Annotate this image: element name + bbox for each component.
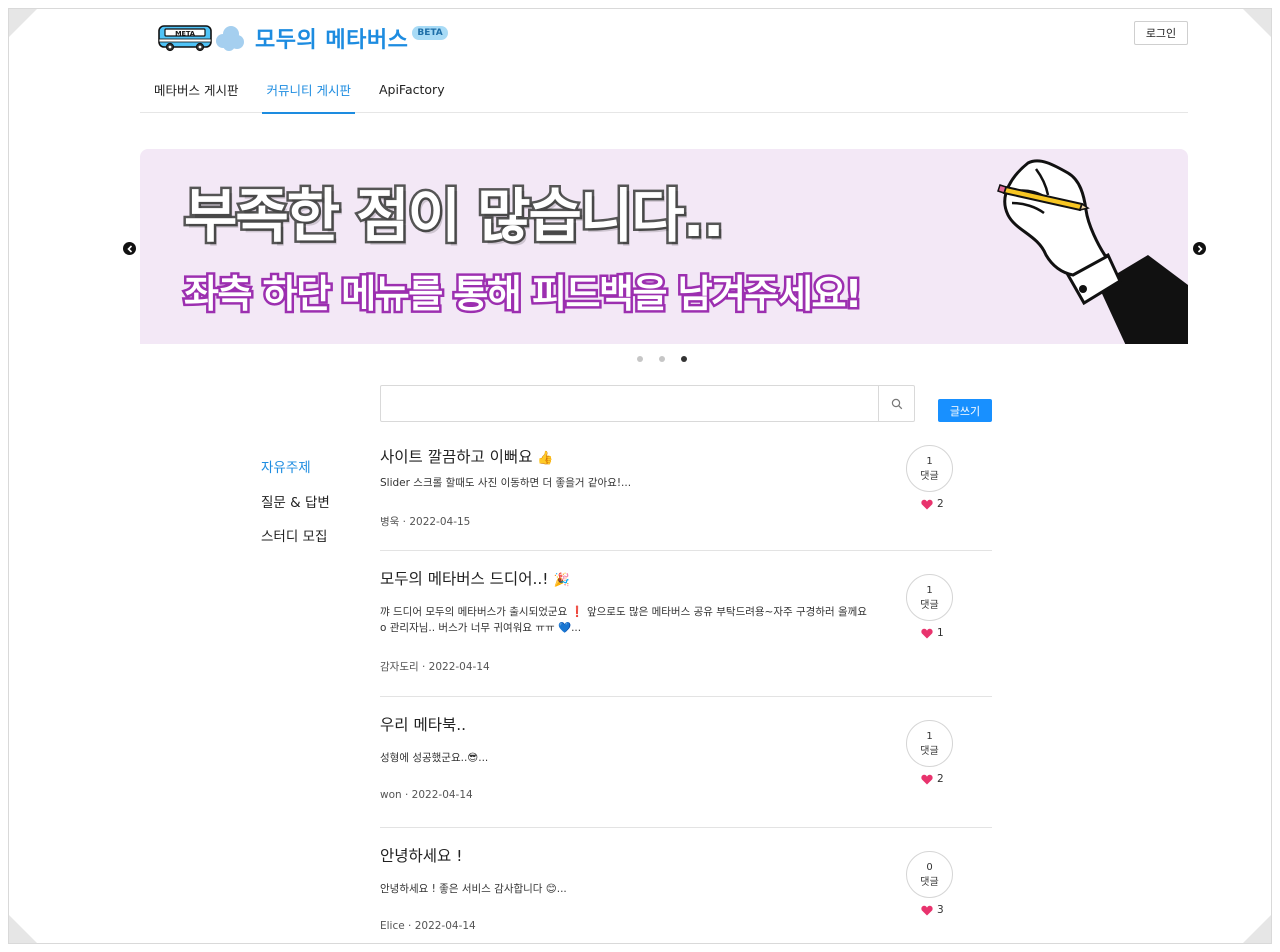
post-meta: 병욱 · 2022-04-15 [380, 516, 471, 528]
site-logo[interactable]: META 모두의 메타버스 BETA [157, 21, 448, 55]
carousel-dot[interactable] [637, 356, 643, 362]
page-corner-decoration [9, 9, 37, 37]
banner-slide[interactable]: 부족한 점이 많습니다.. 좌측 하단 메뉴를 통해 피드백을 남겨주세요! [140, 149, 1188, 344]
post-excerpt: 안녕하세요 ! 좋은 서비스 감사합니다 😊... [380, 883, 567, 895]
post-title[interactable]: 안녕하세요 ! [380, 844, 462, 866]
search-box [380, 385, 915, 422]
comment-label: 댓글 [920, 745, 939, 757]
party-popper-emoji: 🎉 [553, 573, 570, 588]
tab-community-board[interactable]: 커뮤니티 게시판 [252, 65, 364, 114]
brand-title: 모두의 메타버스 [255, 28, 409, 53]
search-icon [891, 398, 902, 409]
category-qna[interactable]: 질문 & 답변 [261, 484, 330, 519]
chevron-left-icon [126, 244, 132, 253]
bus-logo-icon: META [158, 25, 212, 52]
comment-count-badge: 1 댓글 [906, 445, 953, 492]
post-item[interactable]: 안녕하세요 ! 안녕하세요 ! 좋은 서비스 감사합니다 😊... Elice … [380, 828, 992, 943]
comment-label: 댓글 [920, 470, 939, 482]
comment-count: 0 [926, 861, 933, 873]
exhaust-cloud-icon [216, 26, 244, 51]
comment-count-badge: 1 댓글 [906, 574, 953, 621]
write-post-button[interactable]: 글쓰기 [938, 399, 992, 422]
comment-count: 1 [926, 584, 933, 596]
like-count[interactable]: 2 [921, 773, 944, 785]
comment-label: 댓글 [920, 599, 939, 611]
tab-apifactory[interactable]: ApiFactory [365, 65, 459, 113]
page-corner-decoration [9, 915, 37, 943]
login-button[interactable]: 로그인 [1134, 21, 1188, 45]
heart-icon [921, 499, 933, 509]
comment-count: 1 [926, 730, 933, 742]
comment-count: 1 [926, 455, 933, 467]
tab-metaverse-board[interactable]: 메타버스 게시판 [140, 65, 252, 113]
post-excerpt: 성형에 성공했군요..😎... [380, 752, 489, 764]
browser-frame: META 모두의 메타버스 BETA 로그인 메타버스 게시판 커뮤니티 게시판… [8, 8, 1272, 944]
carousel-next-button[interactable] [1193, 242, 1206, 255]
beta-badge: BETA [412, 26, 448, 40]
writing-hand-illustration [997, 159, 1188, 344]
post-item[interactable]: 모두의 메타버스 드디어..! 🎉 꺄 드디어 모두의 메타버스가 출시되었군요… [380, 551, 992, 697]
category-study-recruit[interactable]: 스터디 모집 [261, 518, 330, 553]
post-item[interactable]: 우리 메타북.. 성형에 성공했군요..😎... won · 2022-04-1… [380, 697, 992, 828]
post-title[interactable]: 모두의 메타버스 드디어..! 🎉 [380, 567, 570, 589]
banner-headline: 부족한 점이 많습니다.. [182, 180, 728, 253]
main-nav: 메타버스 게시판 커뮤니티 게시판 ApiFactory [140, 65, 1188, 114]
post-meta: 감자도리 · 2022-04-14 [380, 661, 490, 673]
post-title[interactable]: 사이트 깔끔하고 이뻐요 👍 [380, 445, 554, 467]
category-menu: 자유주제 질문 & 답변 스터디 모집 [261, 449, 330, 553]
carousel-dot[interactable] [659, 356, 665, 362]
bus-sign-text: META [175, 29, 195, 37]
page-corner-decoration [1243, 915, 1271, 943]
like-count[interactable]: 2 [921, 498, 944, 510]
post-item[interactable]: 사이트 깔끔하고 이뻐요 👍 Slider 스크롤 할때도 사진 이동하면 더 … [380, 437, 992, 551]
heart-icon [921, 774, 933, 784]
post-meta: won · 2022-04-14 [380, 789, 473, 801]
carousel-dot-active[interactable] [681, 356, 687, 362]
chevron-right-icon [1197, 244, 1203, 253]
page-corner-decoration [1243, 9, 1271, 37]
search-input[interactable] [381, 386, 878, 421]
like-count[interactable]: 1 [921, 627, 944, 639]
banner-subheadline: 좌측 하단 메뉴를 통해 피드백을 남겨주세요! [182, 270, 865, 319]
carousel-prev-button[interactable] [123, 242, 136, 255]
thumbs-up-emoji: 👍 [537, 451, 554, 466]
post-meta: Elice · 2022-04-14 [380, 920, 476, 932]
heart-icon [921, 905, 933, 915]
comment-count-badge: 1 댓글 [906, 720, 953, 767]
heart-icon [921, 628, 933, 638]
post-list: 사이트 깔끔하고 이뻐요 👍 Slider 스크롤 할때도 사진 이동하면 더 … [380, 437, 992, 943]
comment-label: 댓글 [920, 876, 939, 888]
category-free-topic[interactable]: 자유주제 [261, 449, 330, 484]
post-excerpt: Slider 스크롤 할때도 사진 이동하면 더 좋을거 같아요!... [380, 477, 632, 489]
search-button[interactable] [878, 386, 914, 421]
carousel-dots [637, 356, 687, 362]
like-count[interactable]: 3 [921, 904, 944, 916]
post-title[interactable]: 우리 메타북.. [380, 713, 466, 735]
post-excerpt: 꺄 드디어 모두의 메타버스가 출시되었군요 ❗ 앞으로도 많은 메타버스 공유… [380, 606, 867, 634]
comment-count-badge: 0 댓글 [906, 851, 953, 898]
